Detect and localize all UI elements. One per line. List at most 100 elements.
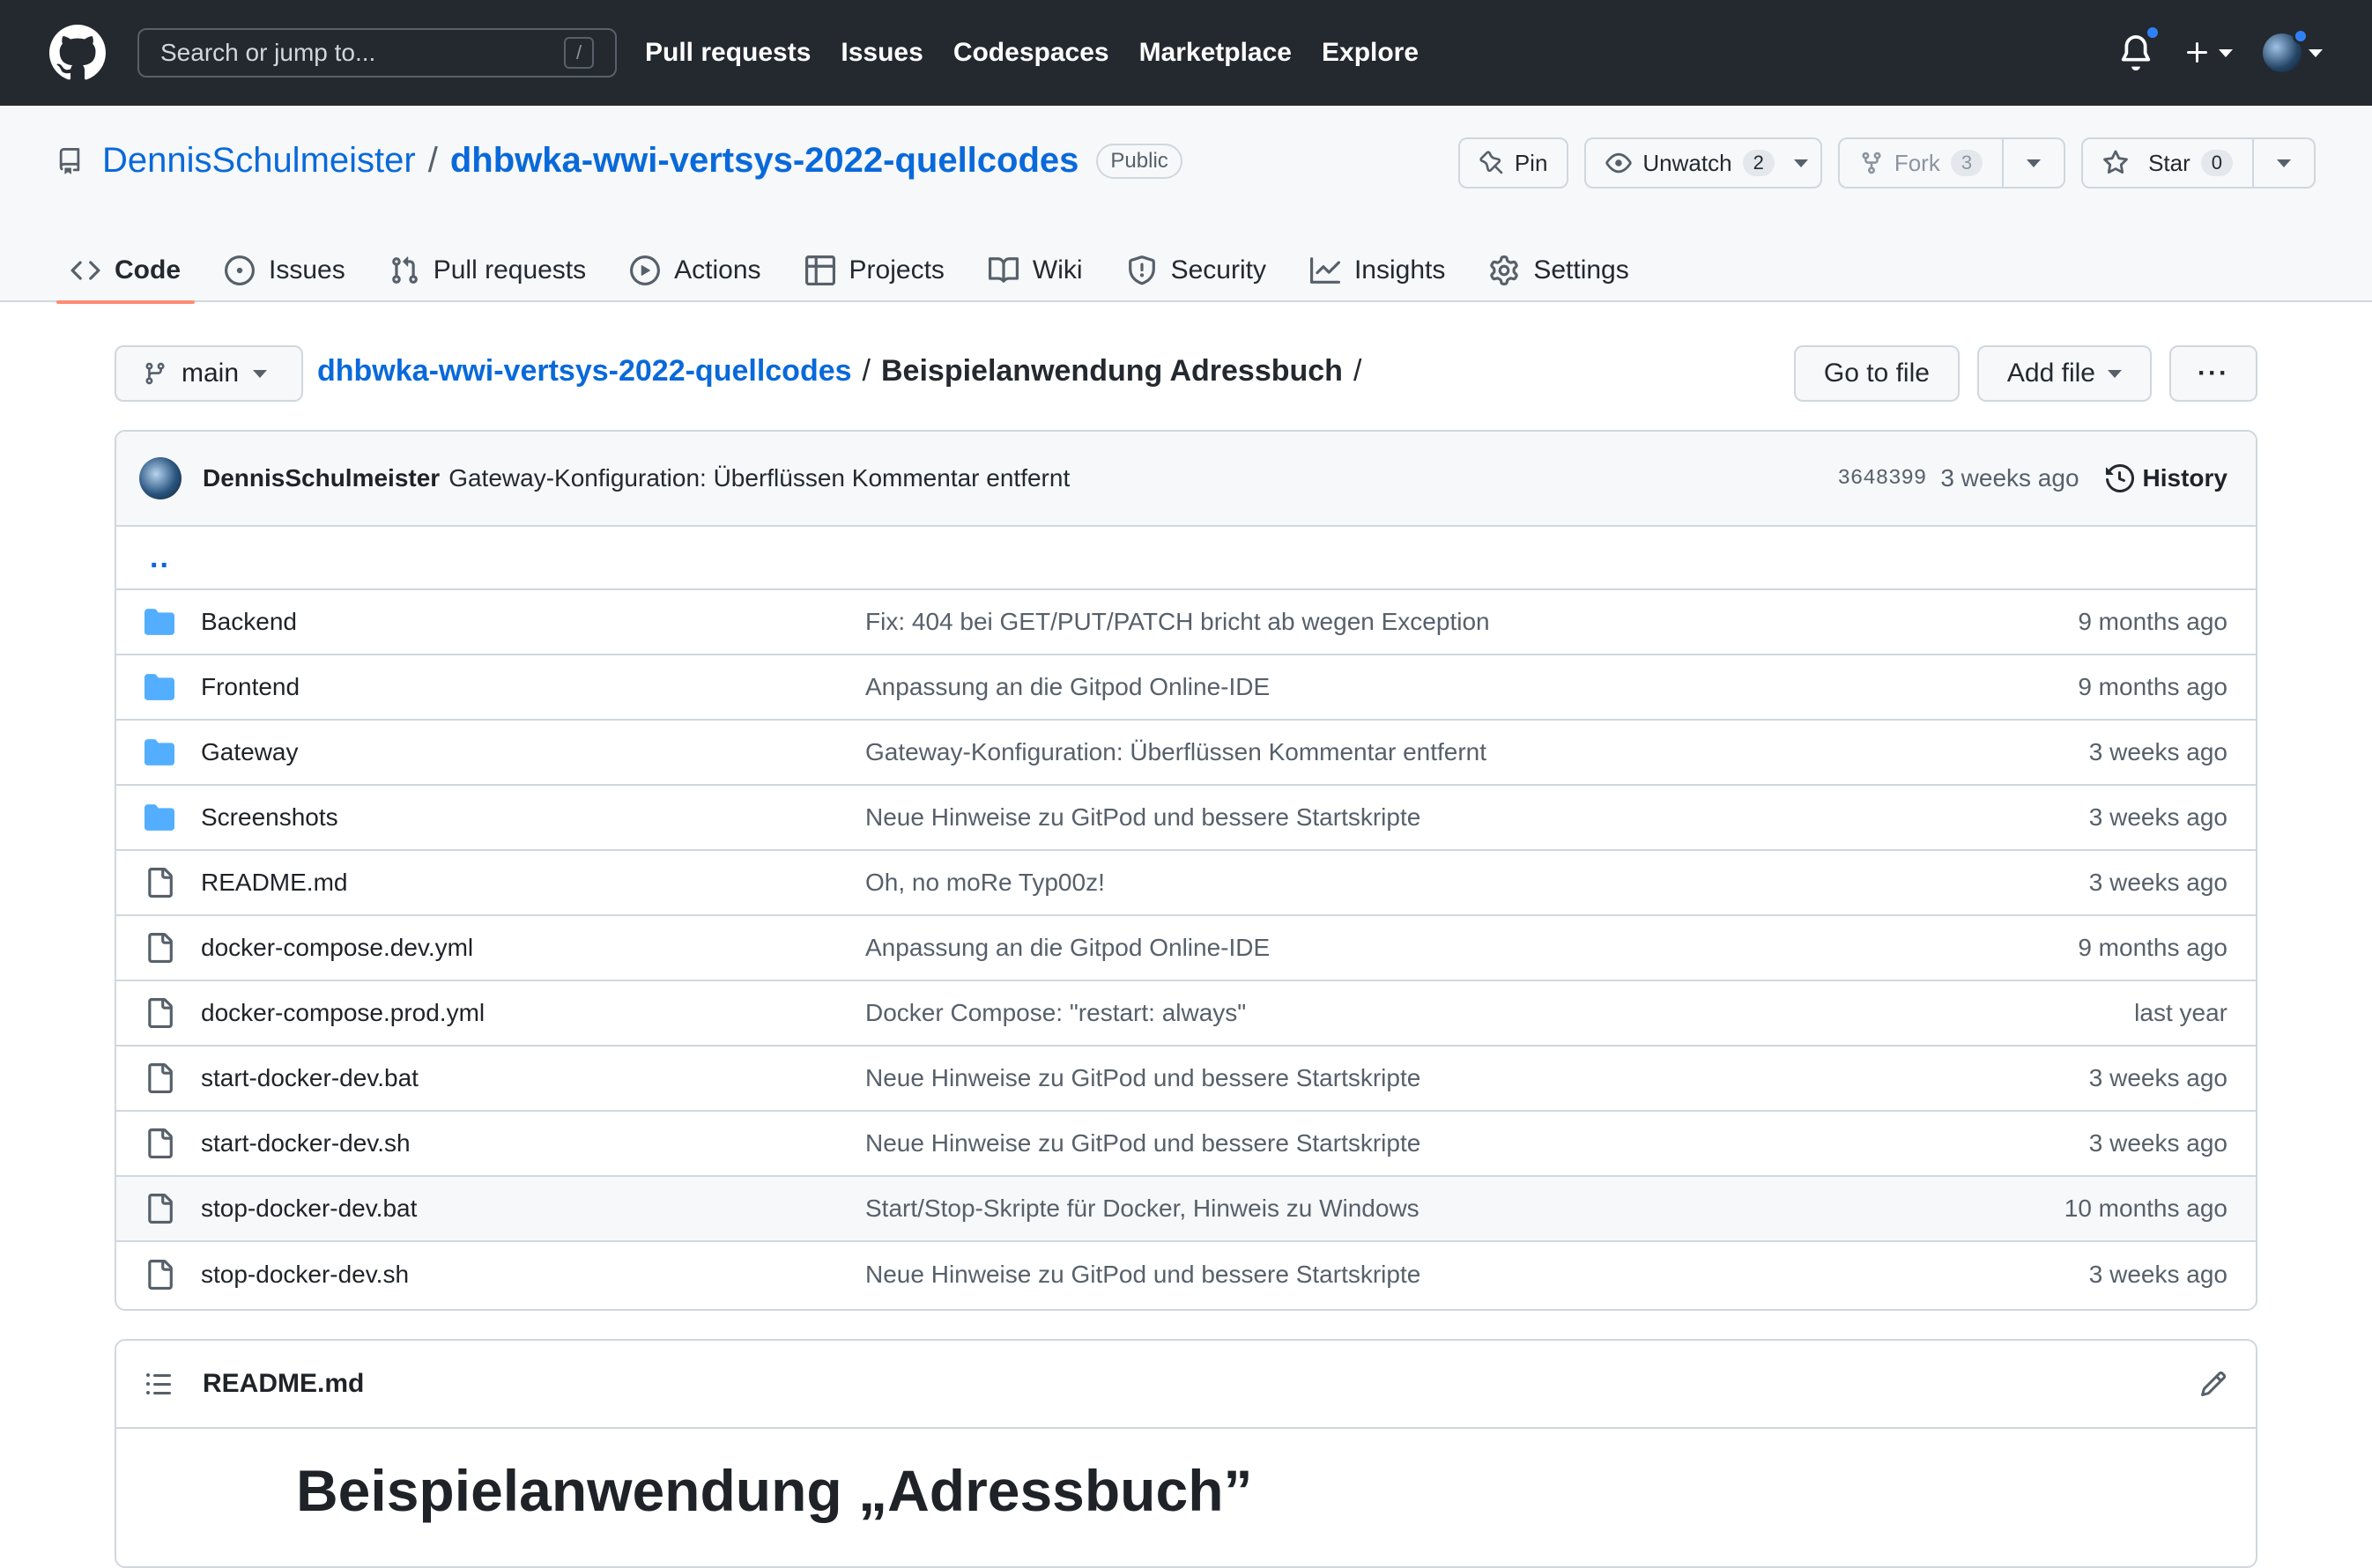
create-new-dropdown[interactable] [2183,39,2233,67]
repo-name-link[interactable]: dhbwka-wwi-vertsys-2022-quellcodes [450,141,1079,181]
star-count: 0 [2200,150,2233,176]
fork-dropdown[interactable] [2002,139,2064,187]
file-row[interactable]: start-docker-dev.sh Neue Hinweise zu GitP… [116,1112,2256,1177]
tab-insights[interactable]: Insights [1296,238,1459,302]
topnav-pull-requests[interactable]: Pull requests [645,38,811,68]
path-actions: Go to file Add file ··· [1793,345,2257,402]
add-file-button[interactable]: Add file [1976,345,2152,402]
more-options-button[interactable]: ··· [2169,345,2257,402]
file-commit-time: 3 weeks ago [2088,1129,2227,1157]
breadcrumb-repo-link[interactable]: dhbwka-wwi-vertsys-2022-quellcodes [317,354,852,388]
parent-directory-link[interactable]: .. [116,527,2256,590]
chevron-down-icon [253,369,268,378]
breadcrumb: dhbwka-wwi-vertsys-2022-quellcodes / Bei… [317,354,1372,388]
file-commit-message-link[interactable]: Neue Hinweise zu GitPod und bessere Star… [865,1261,2089,1289]
latest-commit-bar: DennisSchulmeister Gateway-Konfiguration… [116,432,2256,527]
eye-icon [1605,152,1633,174]
repo-title-separator: / [427,141,438,180]
topnav-marketplace[interactable]: Marketplace [1139,38,1292,68]
file-row[interactable]: Gateway Gateway-Konfiguration: Überflüsse… [116,721,2256,786]
star-dropdown[interactable] [2252,139,2314,187]
file-row[interactable]: stop-docker-dev.bat Start/Stop-Skripte fü… [116,1177,2256,1242]
table-icon [804,255,835,285]
file-commit-message-link[interactable]: Docker Compose: "restart: always" [865,999,2134,1027]
file-commit-message-link[interactable]: Anpassung an die Gitpod Online-IDE [865,934,2078,962]
readme-filename[interactable]: README.md [203,1369,2199,1399]
file-name-link[interactable]: docker-compose.prod.yml [201,999,865,1027]
star-button[interactable]: Star 0 [2081,137,2316,189]
file-name-link[interactable]: Frontend [201,673,865,701]
file-name-link[interactable]: Screenshots [201,803,865,832]
file-name-link[interactable]: start-docker-dev.sh [201,1129,865,1158]
file-name-link[interactable]: start-docker-dev.bat [201,1064,865,1092]
folder-icon [145,739,174,766]
tab-issues[interactable]: Issues [211,238,360,302]
tab-settings[interactable]: Settings [1475,238,1642,302]
chevron-down-icon [2219,48,2233,57]
github-logo-icon[interactable] [49,25,106,81]
kebab-horizontal-icon: ··· [2198,359,2229,388]
notifications-button[interactable] [2118,25,2161,72]
file-row[interactable]: Screenshots Neue Hinweise zu GitPod und b… [116,786,2256,851]
history-link[interactable]: History [2105,464,2227,492]
tab-security[interactable]: Security [1113,238,1280,302]
file-name-link[interactable]: stop-docker-dev.sh [201,1261,865,1289]
file-name-link[interactable]: Backend [201,608,865,636]
file-name-link[interactable]: stop-docker-dev.bat [201,1194,865,1223]
file-commit-message-link[interactable]: Oh, no moRe Typ00z! [865,869,2089,897]
pin-icon [1479,151,1503,174]
topnav-codespaces[interactable]: Codespaces [953,38,1109,68]
tab-label: Issues [269,255,345,285]
file-name-link[interactable]: README.md [201,869,865,897]
commit-time: 3 weeks ago [1940,464,2079,492]
tab-pull-requests[interactable]: Pull requests [375,238,600,302]
avatar [2263,28,2309,72]
file-commit-message-link[interactable]: Neue Hinweise zu GitPod und bessere Star… [865,803,2089,832]
search-input[interactable]: Search or jump to... / [137,28,617,78]
fork-label: Fork [1894,149,1940,176]
commit-author[interactable]: DennisSchulmeister [203,464,440,492]
go-to-file-button[interactable]: Go to file [1793,345,1960,402]
file-row[interactable]: start-docker-dev.bat Neue Hinweise zu Git… [116,1047,2256,1112]
plus-icon [2187,42,2207,63]
tab-projects[interactable]: Projects [791,238,959,302]
readme-header: README.md [116,1341,2256,1429]
user-menu[interactable] [2263,28,2323,72]
commit-sha[interactable]: 3648399 [1837,467,1926,491]
repo-owner-link[interactable]: DennisSchulmeister [102,141,416,181]
file-commit-message-link[interactable]: Neue Hinweise zu GitPod und bessere Star… [865,1129,2089,1158]
tab-actions[interactable]: Actions [616,238,775,302]
file-commit-message-link[interactable]: Neue Hinweise zu GitPod und bessere Star… [865,1064,2089,1092]
shield-icon [1128,255,1155,285]
tab-wiki[interactable]: Wiki [975,238,1097,302]
file-row[interactable]: docker-compose.prod.yml Docker Compose: "… [116,981,2256,1047]
file-commit-message-link[interactable]: Anpassung an die Gitpod Online-IDE [865,673,2078,701]
fork-button[interactable]: Fork 3 [1837,137,2066,189]
commit-author-avatar[interactable] [139,457,182,499]
notification-dot [2145,25,2161,41]
branch-selector[interactable]: main [115,345,303,402]
unwatch-button[interactable]: Unwatch 2 [1584,137,1822,189]
file-icon [148,1260,173,1290]
file-row[interactable]: Frontend Anpassung an die Gitpod Online-I… [116,655,2256,721]
pencil-icon[interactable] [2199,1370,2227,1398]
file-row[interactable]: Backend Fix: 404 bei GET/PUT/PATCH bricht… [116,590,2256,655]
pin-button[interactable]: Pin [1457,137,1569,189]
tab-label: Insights [1353,255,1446,285]
file-commit-message-link[interactable]: Start/Stop-Skripte für Docker, Hinweis z… [865,1194,2064,1223]
repo-actions: Pin Unwatch 2 Fork 3 Star 0 [1457,137,2316,189]
file-commit-message-link[interactable]: Fix: 404 bei GET/PUT/PATCH bricht ab weg… [865,608,2078,636]
topnav-explore[interactable]: Explore [1322,38,1419,68]
file-name-link[interactable]: docker-compose.dev.yml [201,934,865,962]
tab-code[interactable]: Code [56,238,195,304]
file-row[interactable]: README.md Oh, no moRe Typ00z! 3 weeks ago [116,851,2256,916]
commit-message[interactable]: Gateway-Konfiguration: Überflüssen Komme… [448,464,1837,492]
folder-icon [145,609,174,635]
file-commit-message-link[interactable]: Gateway-Konfiguration: Überflüssen Komme… [865,738,2089,766]
file-row[interactable]: stop-docker-dev.sh Neue Hinweise zu GitPo… [116,1242,2256,1307]
file-row[interactable]: docker-compose.dev.yml Anpassung an die G… [116,916,2256,981]
file-commit-time: 3 weeks ago [2088,869,2227,896]
topnav-issues[interactable]: Issues [841,38,923,68]
file-name-link[interactable]: Gateway [201,738,865,766]
list-unordered-icon[interactable] [145,1370,173,1398]
